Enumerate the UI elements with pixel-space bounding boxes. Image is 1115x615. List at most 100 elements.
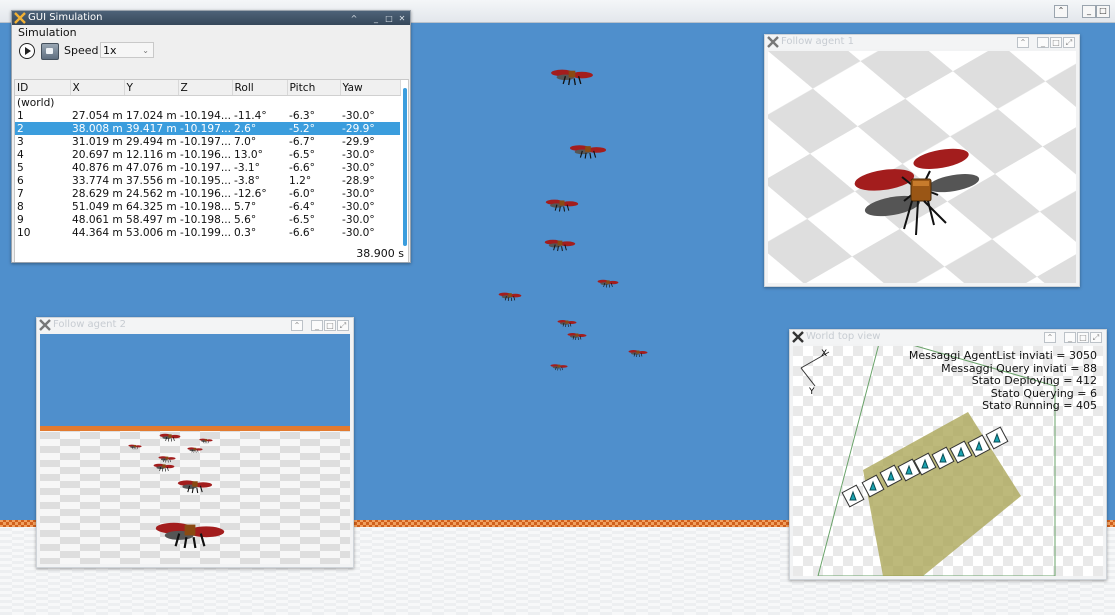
table-header: ID X Y Z Roll Pitch Yaw <box>15 80 401 96</box>
agents-table[interactable]: ID X Y Z Roll Pitch Yaw (world) 1 27.054 m 17.024… <box>14 79 409 262</box>
topview-stats: Messaggi AgentList inviati = 3050 Messag… <box>909 349 1097 413</box>
table-scrollbar[interactable] <box>403 88 407 246</box>
table-row[interactable]: 3 31.019 m 29.494 m -10.197... 7.0° -6.7° -29.… <box>15 135 400 148</box>
fullscreen-icon[interactable]: ⤢ <box>337 320 349 331</box>
table-cell: -30.0° <box>342 109 375 122</box>
stat-deploying: Stato Deploying = 412 <box>971 374 1097 387</box>
restore-icon[interactable]: ⌃ <box>1054 5 1068 18</box>
follow-agent-2-view[interactable] <box>40 334 350 564</box>
table-cell <box>70 96 124 110</box>
maximize-icon[interactable]: □ <box>324 320 336 331</box>
table-row[interactable]: (world) <box>15 96 400 110</box>
table-cell: 13.0° <box>234 148 263 161</box>
table-cell <box>232 96 287 110</box>
column-header[interactable]: Z <box>178 80 233 96</box>
table-cell: 1.2° <box>289 174 312 187</box>
table-cell: -10.197... <box>178 122 232 135</box>
table-cell: 31.019 m <box>72 135 123 148</box>
minimize-icon[interactable]: _ <box>311 320 323 331</box>
table-cell: -5.2° <box>287 122 340 135</box>
table-cell: 2.6° <box>232 122 287 135</box>
minimize-icon[interactable]: _ <box>1064 332 1076 343</box>
follow-agent-1-titlebar[interactable]: Follow agent 1 ⌃ _ □ ⤢ <box>765 35 1079 49</box>
menu-simulation[interactable]: Simulation <box>12 25 410 41</box>
world-top-view-titlebar[interactable]: World top view ⌃ _ □ ⤢ <box>790 330 1106 344</box>
column-header[interactable]: Yaw <box>340 80 401 96</box>
window-title: Follow agent 2 <box>53 319 126 330</box>
maximize-icon[interactable]: □ <box>383 13 395 24</box>
close-icon[interactable]: ✕ <box>396 13 408 24</box>
minimize-icon[interactable]: _ <box>1037 37 1049 48</box>
chevron-down-icon: ⌄ <box>142 46 149 55</box>
minimize-icon[interactable]: _ <box>1082 5 1096 18</box>
table-cell: -3.1° <box>234 161 260 174</box>
table-cell: -10.199... <box>180 226 231 239</box>
app-logo-icon <box>14 12 26 24</box>
table-row[interactable]: 4 20.697 m 12.116 m -10.196... 13.0° -6.5° -30… <box>15 148 400 161</box>
table-cell: 5.6° <box>234 213 257 226</box>
app-logo-icon <box>39 319 51 331</box>
shade-icon[interactable]: ⌃ <box>291 320 303 331</box>
table-cell <box>178 96 232 110</box>
table-cell: -6.3° <box>289 109 315 122</box>
table-cell: -30.0° <box>342 161 375 174</box>
table-cell: -3.8° <box>234 174 260 187</box>
table-row[interactable]: 10 44.364 m 53.006 m -10.199... 0.3° -6.6° -30… <box>15 226 400 239</box>
shade-icon[interactable]: ^ <box>348 13 360 24</box>
table-cell: -30.0° <box>342 226 375 239</box>
table-cell: 7 <box>17 187 24 200</box>
table-cell: 39.417 m <box>124 122 178 135</box>
table-cell: 10 <box>17 226 31 239</box>
minimize-icon[interactable]: _ <box>370 13 382 24</box>
table-row[interactable]: 7 28.629 m 24.562 m -10.196... -12.6° -6.0° -3… <box>15 187 400 200</box>
maximize-icon[interactable]: □ <box>1096 5 1110 18</box>
table-cell: -30.0° <box>342 187 375 200</box>
gui-simulation-window: GUI Simulation ^ _ □ ✕ Simulation Speed … <box>11 10 411 263</box>
speed-select[interactable]: 1x ⌄ <box>100 42 154 58</box>
table-cell <box>287 96 340 110</box>
play-icon[interactable] <box>19 43 35 59</box>
table-cell: -28.9° <box>342 174 375 187</box>
table-cell: 58.497 m <box>126 213 177 226</box>
screenshot-icon[interactable] <box>41 43 59 60</box>
table-cell: 5.7° <box>234 200 257 213</box>
table-row[interactable]: 2 38.008 m 39.417 m -10.197... 2.6° -5.2° -29.… <box>15 122 400 135</box>
column-header[interactable]: Roll <box>232 80 288 96</box>
window-title: World top view <box>806 331 881 342</box>
svg-text:X: X <box>821 349 827 359</box>
table-cell: -10.196... <box>180 187 231 200</box>
sim-time: 38.900 s <box>356 247 404 260</box>
follow-agent-2-titlebar[interactable]: Follow agent 2 ⌃ _ □ ⤢ <box>37 318 353 332</box>
table-row[interactable]: 1 27.054 m 17.024 m -10.194... -11.4° -6.3° -3… <box>15 109 400 122</box>
table-cell: -6.5° <box>289 148 315 161</box>
maximize-icon[interactable]: □ <box>1050 37 1062 48</box>
column-header[interactable]: Pitch <box>287 80 341 96</box>
gui-simulation-titlebar[interactable]: GUI Simulation ^ _ □ ✕ <box>12 11 410 25</box>
table-row[interactable]: 6 33.774 m 37.556 m -10.195... -3.8° 1.2° -28.… <box>15 174 400 187</box>
table-cell: 53.006 m <box>126 226 177 239</box>
maximize-icon[interactable]: □ <box>1077 332 1089 343</box>
fullscreen-icon[interactable]: ⤢ <box>1063 37 1075 48</box>
table-cell <box>340 96 400 110</box>
table-cell: 24.562 m <box>126 187 177 200</box>
table-cell: 47.076 m <box>126 161 177 174</box>
table-row[interactable]: 9 48.061 m 58.497 m -10.198... 5.6° -6.5° -30.… <box>15 213 400 226</box>
fullscreen-icon[interactable]: ⤢ <box>1090 332 1102 343</box>
shade-icon[interactable]: ⌃ <box>1044 332 1056 343</box>
column-header[interactable]: Y <box>124 80 179 96</box>
table-cell: -10.197... <box>180 135 231 148</box>
table-cell: 0.3° <box>234 226 257 239</box>
follow-agent-1-view[interactable] <box>768 51 1076 283</box>
table-row[interactable]: 8 51.049 m 64.325 m -10.198... 5.7° -6.4° -30.… <box>15 200 400 213</box>
shade-icon[interactable]: ⌃ <box>1017 37 1029 48</box>
column-header[interactable]: X <box>70 80 125 96</box>
table-cell: 2 <box>15 122 70 135</box>
column-header[interactable]: ID <box>15 80 71 96</box>
table-cell: -6.4° <box>289 200 315 213</box>
table-cell: -6.7° <box>289 135 315 148</box>
table-cell: -6.0° <box>289 187 315 200</box>
table-cell: 51.049 m <box>72 200 123 213</box>
table-row[interactable]: 5 40.876 m 47.076 m -10.197... -3.1° -6.6° -30… <box>15 161 400 174</box>
table-cell: 38.008 m <box>70 122 124 135</box>
table-cell: -29.9° <box>340 122 400 135</box>
